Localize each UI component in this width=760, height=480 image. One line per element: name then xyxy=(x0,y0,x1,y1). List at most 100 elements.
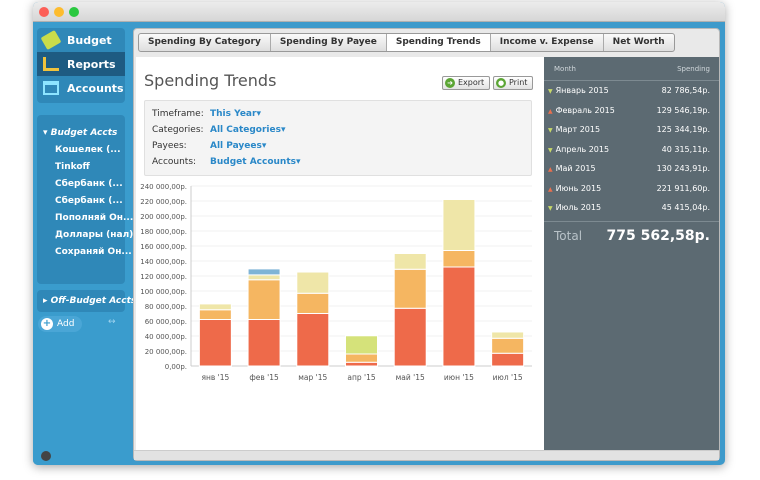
row-month: Март 2015 xyxy=(555,125,601,134)
close-button[interactable] xyxy=(39,7,49,17)
y-tick-label: 80 000,00р. xyxy=(145,303,187,311)
bar-segment xyxy=(491,352,525,367)
summary-row[interactable]: ▼ Июль 2015 45 415,04р. xyxy=(544,198,719,218)
summary-panel: Month Spending ▼ Январь 2015 82 786,54р. ▲ Фе… xyxy=(544,57,719,452)
bar-segment xyxy=(247,319,281,367)
row-month: Июнь 2015 xyxy=(555,183,602,193)
help-icon[interactable] xyxy=(41,451,51,461)
row-amount: 125 344,19р. xyxy=(656,125,710,134)
chart-icon xyxy=(43,57,59,71)
trend-down-icon: ▼ xyxy=(548,205,553,212)
add-label: Add xyxy=(57,319,75,329)
categories-dropdown[interactable]: All Categories▾ xyxy=(210,125,286,135)
nav-accounts[interactable]: Accounts xyxy=(37,76,125,100)
filter-label: Timeframe: xyxy=(152,109,204,119)
timeframe-dropdown[interactable]: This Year▾ xyxy=(210,109,261,119)
summary-row[interactable]: ▼ Апрель 2015 40 315,11р. xyxy=(544,140,719,160)
summary-row[interactable]: ▼ Январь 2015 82 786,54р. xyxy=(544,81,719,101)
account-item[interactable]: Сбербанк (... xyxy=(37,176,125,193)
bar-segment xyxy=(247,268,281,276)
y-tick-label: 240 000,00р. xyxy=(140,183,187,191)
off-budget-accts-toggle[interactable]: ▸ Off-Budget Accts xyxy=(37,290,136,312)
account-item[interactable]: Кошелек (... xyxy=(37,142,125,159)
zoom-button[interactable] xyxy=(69,7,79,17)
account-item[interactable]: Сохраняй Он... xyxy=(37,244,132,261)
trend-down-icon: ▼ xyxy=(548,146,553,154)
print-icon: ● xyxy=(496,78,506,88)
reports-panel: Spending By Category Spending By Payee S… xyxy=(133,28,720,461)
bar-segment xyxy=(198,309,232,320)
minimize-button[interactable] xyxy=(54,7,64,17)
payees-dropdown[interactable]: All Payees▾ xyxy=(210,141,266,151)
trend-up-icon: ▲ xyxy=(548,185,553,193)
trend-down-icon: ▼ xyxy=(548,127,553,134)
summary-row[interactable]: ▼ Март 2015 125 344,19р. xyxy=(544,120,719,140)
account-item[interactable]: Tinkoff xyxy=(37,159,125,176)
page-title: Spending Trends xyxy=(144,71,277,90)
bar-segment xyxy=(247,279,281,320)
trend-down-icon: ▼ xyxy=(548,88,553,95)
x-tick-label: апр '15 xyxy=(347,373,375,382)
x-tick-label: мар '15 xyxy=(298,373,327,382)
y-tick-label: 100 000,00р. xyxy=(140,288,187,296)
bar-segment xyxy=(296,292,330,314)
tab-income-v-expense[interactable]: Income v. Expense xyxy=(491,34,604,51)
budget-accts-toggle[interactable]: ▾ Budget Accts xyxy=(37,125,125,142)
spending-trends-chart: 0,00р. 20 000,00р. 40 000,00р. 60 000,00р. 8… xyxy=(140,183,532,382)
row-amount: 221 911,60р. xyxy=(656,183,710,193)
tab-spending-by-payee[interactable]: Spending By Payee xyxy=(271,34,387,51)
bar-segment xyxy=(442,199,476,251)
account-item[interactable]: Пополняй Он... xyxy=(37,210,133,227)
col-spending: Spending xyxy=(677,65,710,73)
bar-segment xyxy=(198,303,232,311)
bar-segment xyxy=(393,307,427,367)
nav-reports[interactable]: Reports xyxy=(37,52,125,76)
app-window: Budget Reports Accounts ▾ Budget Accts К… xyxy=(33,2,725,465)
x-tick-label: июн '15 xyxy=(444,373,474,382)
sidebar: Budget Reports Accounts ▾ Budget Accts К… xyxy=(33,22,136,465)
export-icon: ➜ xyxy=(445,78,455,88)
add-account-button[interactable]: + Add xyxy=(38,316,82,332)
print-button[interactable]: ● Print xyxy=(493,76,534,90)
nav-label: Reports xyxy=(67,57,116,71)
y-tick-label: 0,00р. xyxy=(165,363,187,371)
y-tick-label: 60 000,00р. xyxy=(145,318,187,326)
nav-budget[interactable]: Budget xyxy=(37,28,125,52)
summary-row[interactable]: ▲ Февраль 2015 129 546,19р. xyxy=(544,101,719,121)
account-item[interactable]: Доллары (нал) xyxy=(37,227,133,244)
export-label: Export xyxy=(458,78,485,87)
tab-spending-trends[interactable]: Spending Trends xyxy=(386,34,491,51)
y-tick-label: 40 000,00р. xyxy=(145,333,187,341)
resize-arrows-icon[interactable]: ↔ xyxy=(108,317,116,327)
bar-segment xyxy=(247,274,281,281)
tag-icon xyxy=(40,29,62,51)
tab-net-worth[interactable]: Net Worth xyxy=(604,34,674,51)
bar-segment xyxy=(442,250,476,268)
export-button[interactable]: ➜ Export xyxy=(442,76,491,90)
plus-icon: + xyxy=(41,318,53,330)
account-item[interactable]: Сбербанк (... xyxy=(37,193,125,210)
row-month: Июль 2015 xyxy=(555,203,602,212)
col-month: Month xyxy=(554,65,576,73)
bar-segment xyxy=(442,266,476,367)
row-amount: 82 786,54р. xyxy=(661,86,710,95)
summary-row[interactable]: ▲ Июнь 2015 221 911,60р. xyxy=(544,179,719,199)
accounts-dropdown[interactable]: Budget Accounts▾ xyxy=(210,157,301,167)
nav-label: Accounts xyxy=(67,81,124,95)
bar-segment xyxy=(345,335,378,355)
status-bar xyxy=(134,450,719,460)
bar-segment xyxy=(393,253,427,270)
off-budget-label: Off-Budget Accts xyxy=(50,296,137,306)
print-label: Print xyxy=(509,78,528,87)
filter-label: Categories: xyxy=(152,125,204,135)
summary-row[interactable]: ▲ Май 2015 130 243,91р. xyxy=(544,159,719,179)
row-month: Февраль 2015 xyxy=(555,105,615,115)
x-tick-label: фев '15 xyxy=(249,373,279,382)
report-main: Spending Trends ➜ Export ● Print Timeframe… xyxy=(136,57,544,452)
y-tick-label: 20 000,00р. xyxy=(145,348,187,356)
filters-panel: Timeframe: This Year▾ Categories: All Cate… xyxy=(144,100,532,176)
row-month: Январь 2015 xyxy=(555,86,609,95)
row-amount: 129 546,19р. xyxy=(656,105,710,115)
bar-segment xyxy=(491,337,525,354)
tab-spending-by-category[interactable]: Spending By Category xyxy=(139,34,271,51)
